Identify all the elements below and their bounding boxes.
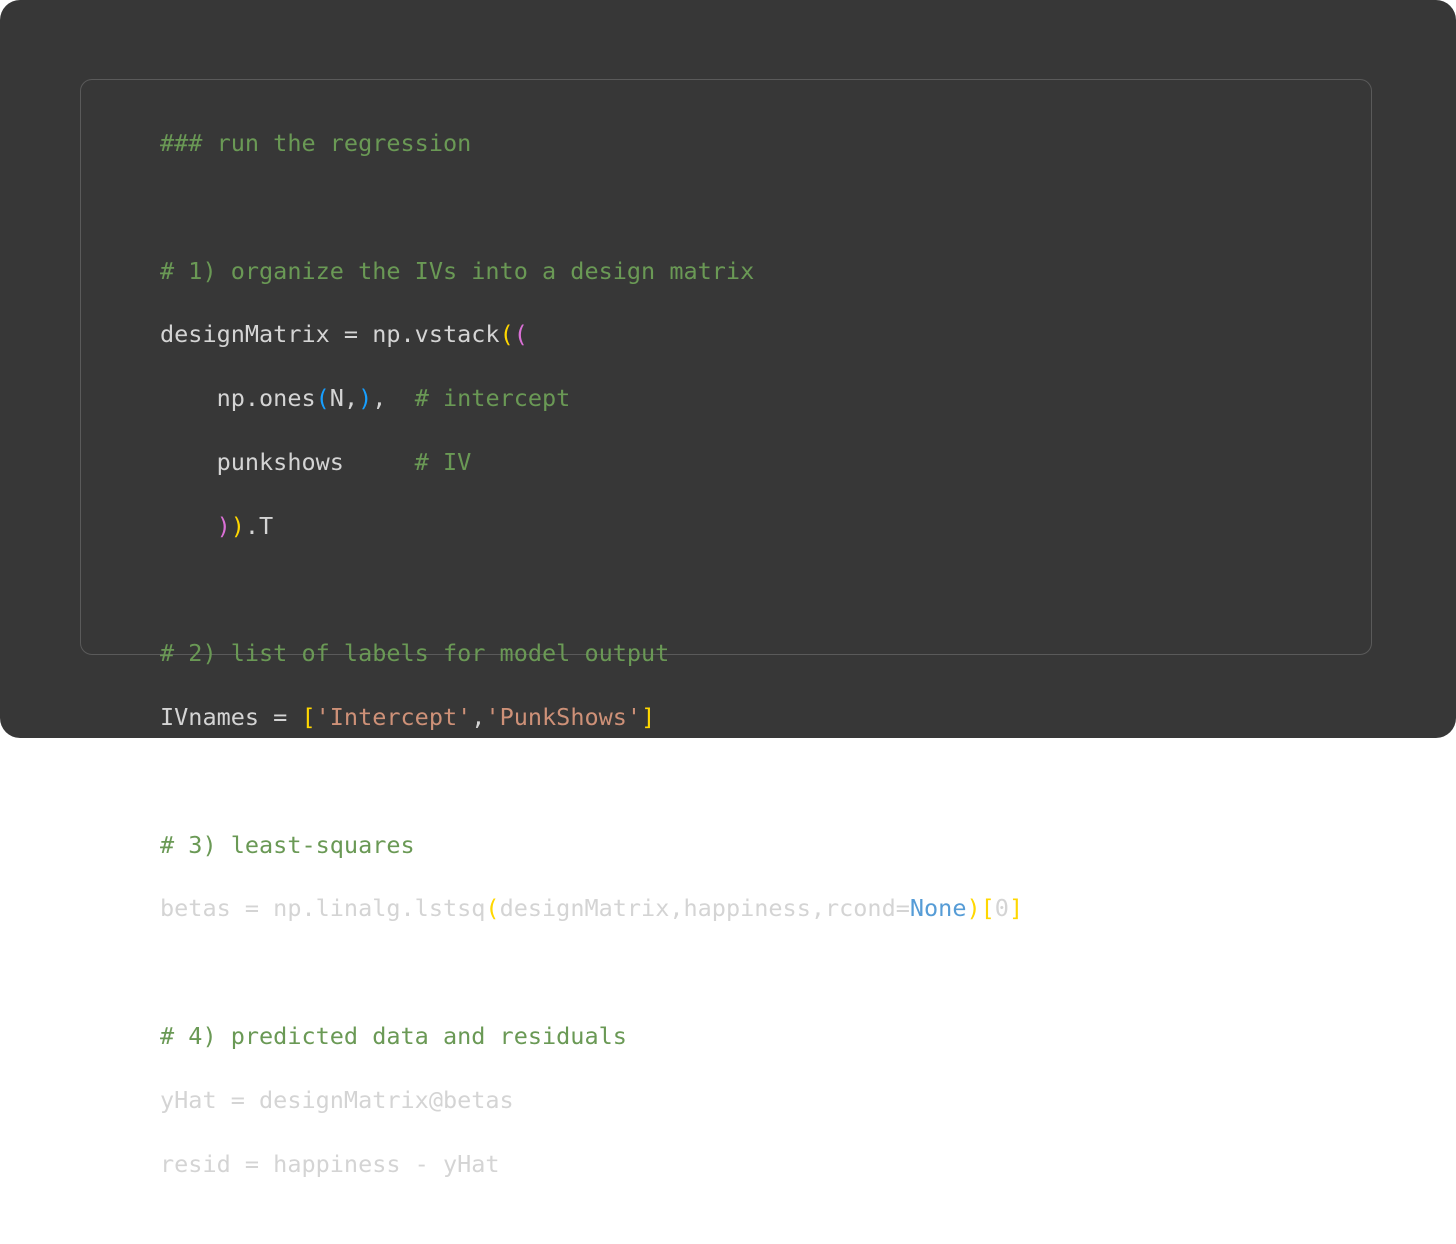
bracket: ) (358, 384, 373, 413)
code-text: N, (329, 384, 359, 413)
comment: # 2) list of labels for model output (160, 639, 670, 668)
code-line-6: punkshows # IV (160, 447, 1023, 479)
code-line-12: # 3) least-squares (160, 830, 1023, 862)
bracket: ) (216, 511, 231, 540)
code-text: IVnames = (160, 703, 302, 732)
bracket: ) (230, 511, 245, 540)
code-line-11-blank (160, 766, 1023, 798)
code-block: ### run the regression # 1) organize the… (160, 96, 1023, 1244)
code-text: designMatrix = np.vstack (160, 320, 500, 349)
code-line-14-blank (160, 957, 1023, 989)
bracket: ( (499, 320, 514, 349)
comment: # 4) predicted data and residuals (160, 1022, 627, 1051)
code-line-1: ### run the regression (160, 128, 1023, 160)
code-text: , (471, 703, 486, 732)
bracket: ( (513, 320, 528, 349)
comment: # 3) least-squares (160, 830, 415, 859)
code-line-9: # 2) list of labels for model output (160, 638, 1023, 670)
bracket: ( (485, 894, 500, 923)
bracket: [ (301, 703, 316, 732)
comment: # 1) organize the IVs into a design matr… (160, 256, 755, 285)
bracket: ] (1008, 894, 1024, 923)
code-line-2-blank (160, 192, 1023, 224)
bracket: ) (966, 894, 981, 923)
code-line-15: # 4) predicted data and residuals (160, 1021, 1023, 1053)
code-text: np.ones (160, 384, 316, 413)
code-text: designMatrix,happiness,rcond= (499, 894, 910, 923)
window-frame: ### run the regression # 1) organize the… (0, 0, 1456, 1178)
code-line-16: yHat = designMatrix@betas (160, 1085, 1023, 1117)
code-text: .T (244, 511, 274, 540)
bracket: ] (641, 703, 656, 732)
code-line-17: resid = happiness - yHat (160, 1149, 1023, 1181)
code-text: yHat = designMatrix@betas (160, 1085, 514, 1114)
code-text: resid = happiness - yHat (160, 1149, 500, 1178)
code-text: punkshows (160, 447, 415, 476)
string-literal: 'PunkShows' (485, 703, 642, 732)
code-line-13: betas = np.linalg.lstsq(designMatrix,hap… (160, 893, 1023, 925)
code-line-3: # 1) organize the IVs into a design matr… (160, 256, 1023, 288)
code-line-5: np.ones(N,), # intercept (160, 383, 1023, 415)
code-line-4: designMatrix = np.vstack(( (160, 319, 1023, 351)
code-text: betas = np.linalg.lstsq (160, 894, 486, 923)
bracket: [ (980, 894, 995, 923)
bracket: ( (315, 384, 330, 413)
code-line-10: IVnames = ['Intercept','PunkShows'] (160, 702, 1023, 734)
code-text: 0 (994, 894, 1009, 923)
string-literal: 'Intercept' (315, 703, 472, 732)
code-cell[interactable]: ### run the regression # 1) organize the… (80, 79, 1372, 1178)
comment: ### run the regression (160, 128, 472, 157)
code-line-7: )).T (160, 511, 1023, 543)
comment: # intercept (414, 384, 571, 413)
keyword: None (909, 894, 967, 923)
comment: # IV (414, 447, 472, 476)
code-text: , (372, 384, 415, 413)
code-line-8-blank (160, 574, 1023, 606)
